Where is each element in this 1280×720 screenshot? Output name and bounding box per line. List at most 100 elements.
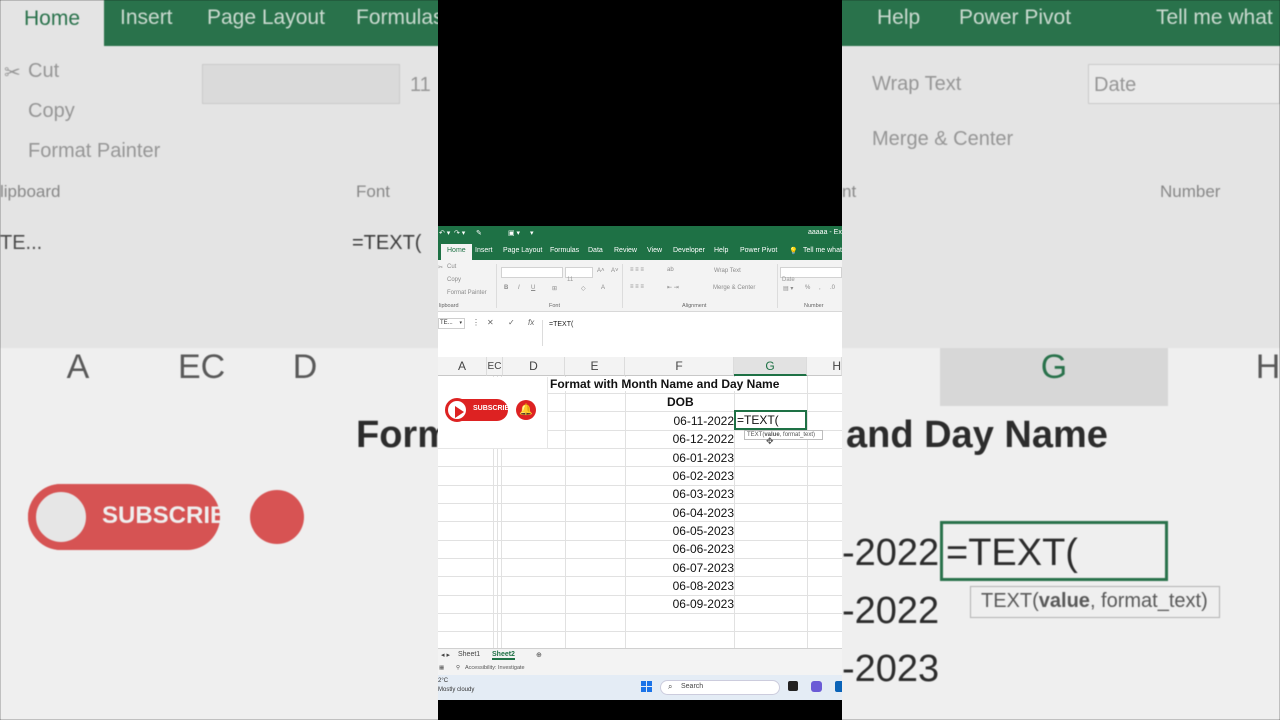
cancel-icon[interactable]: ✕: [487, 318, 494, 327]
function-tooltip: TEXT(value, format_text): [744, 430, 823, 440]
tab-home[interactable]: Home: [441, 244, 472, 260]
accessibility-status[interactable]: Accessibility: Investigate: [465, 665, 525, 671]
italic-button[interactable]: I: [518, 285, 520, 291]
save-icon[interactable]: ▣ ▾: [508, 229, 520, 237]
shrink-font-icon[interactable]: A˅: [611, 268, 619, 274]
copy-button[interactable]: Copy: [447, 277, 461, 283]
date-cell[interactable]: 06-09-2023: [664, 597, 734, 611]
subscribe-text: SUBSCRIBE: [473, 405, 515, 412]
sheet-nav-icon[interactable]: ◂ ▸: [441, 651, 450, 659]
gridline: [807, 376, 808, 648]
col-header-g[interactable]: G: [734, 357, 807, 376]
cut-button[interactable]: Cut: [447, 264, 456, 270]
number-format-box[interactable]: Date: [780, 267, 842, 283]
lightbulb-icon: 💡: [789, 248, 798, 255]
date-cell[interactable]: 06-06-2023: [664, 542, 734, 556]
date-cell[interactable]: 06-02-2023: [664, 469, 734, 483]
font-size-box[interactable]: 11: [565, 267, 593, 283]
ribbon-divider: [496, 264, 497, 308]
subscribe-button[interactable]: SUBSCRIBE: [445, 398, 514, 422]
sheet-title[interactable]: Format with Month Name and Day Name: [550, 377, 780, 391]
excel-window: ↶ ▾ ↷ ▾ ✎ ▣ ▾ ▾ aaaaa - Ex Home Insert P…: [438, 226, 842, 700]
fx-icon[interactable]: fx: [528, 318, 534, 327]
comma-button[interactable]: ,: [819, 285, 821, 291]
weather-temp[interactable]: 2°C: [438, 678, 448, 684]
col-header-d[interactable]: D: [503, 357, 565, 376]
date-cell[interactable]: 06-01-2023: [664, 451, 734, 465]
tab-insert[interactable]: Insert: [475, 247, 493, 254]
tab-power-pivot[interactable]: Power Pivot: [740, 247, 777, 254]
indent-icon[interactable]: ⇤ ⇥: [667, 284, 679, 291]
gridline: [438, 466, 842, 467]
move-cursor-icon: ✥: [766, 436, 774, 446]
orientation-icon[interactable]: ab: [667, 267, 674, 273]
tell-me-search[interactable]: Tell me what: [803, 247, 842, 254]
weather-text[interactable]: Mostly cloudy: [438, 687, 474, 693]
font-name-box[interactable]: [501, 267, 563, 278]
gridline: [438, 595, 842, 596]
tab-data[interactable]: Data: [588, 247, 603, 254]
task-view-icon[interactable]: [788, 681, 798, 691]
decimal-icon[interactable]: .0: [830, 285, 835, 291]
merge-center-button[interactable]: Merge & Center: [713, 285, 755, 291]
ribbon-divider: [622, 264, 623, 308]
play-triangle: [455, 406, 464, 418]
col-header-h[interactable]: H: [807, 357, 842, 376]
col-header-ec[interactable]: EC: [487, 357, 503, 376]
align-top-icon[interactable]: ≡ ≡ ≡: [630, 267, 644, 273]
macro-icon: ▦: [439, 665, 445, 671]
pen-icon[interactable]: ✎: [476, 229, 482, 237]
alignment-group-label: Alignment: [682, 303, 707, 309]
tab-review[interactable]: Review: [614, 247, 637, 254]
tab-formulas[interactable]: Formulas: [550, 247, 579, 254]
tab-help[interactable]: Help: [714, 247, 728, 254]
format-painter-button[interactable]: Format Painter: [447, 290, 487, 296]
date-cell[interactable]: 06-08-2023: [664, 579, 734, 593]
fill-color-icon[interactable]: ◇: [581, 285, 586, 292]
undo-icon[interactable]: ↶ ▾: [439, 229, 450, 237]
qat-more-icon[interactable]: ▾: [530, 229, 534, 237]
formula-input[interactable]: =TEXT(: [542, 320, 842, 346]
gridline: [438, 540, 842, 541]
taskbar-search[interactable]: ⌕ Search: [660, 680, 780, 695]
borders-icon[interactable]: ⊞: [552, 285, 557, 292]
percent-button[interactable]: %: [805, 285, 810, 291]
dob-header[interactable]: DOB: [667, 395, 694, 409]
col-header-e[interactable]: E: [565, 357, 625, 376]
active-cell-g[interactable]: =TEXT(: [734, 410, 807, 430]
sheet-tab-sheet1[interactable]: Sheet1: [458, 651, 480, 658]
sheet-tab-sheet2[interactable]: Sheet2: [492, 651, 515, 660]
date-cell[interactable]: 06-03-2023: [664, 487, 734, 501]
gridline: [438, 485, 842, 486]
underline-button[interactable]: U: [531, 285, 535, 291]
gridline: [438, 576, 842, 577]
currency-icon[interactable]: ▤ ▾: [783, 285, 793, 292]
taskbar-app-icon[interactable]: [835, 681, 842, 692]
redo-icon[interactable]: ↷ ▾: [454, 229, 465, 237]
font-group-label: Font: [549, 303, 561, 309]
bold-button[interactable]: B: [504, 285, 508, 291]
tab-developer[interactable]: Developer: [673, 247, 705, 254]
date-cell[interactable]: 06-04-2023: [664, 506, 734, 520]
name-box[interactable]: TE... ▾: [438, 318, 465, 329]
grow-font-icon[interactable]: A˄: [597, 268, 605, 274]
font-color-icon[interactable]: A: [601, 285, 605, 291]
date-cell[interactable]: 06-12-2022: [664, 432, 734, 446]
tab-view[interactable]: View: [647, 247, 662, 254]
clipboard-group-label: lipboard: [439, 303, 459, 309]
date-cell[interactable]: 06-11-2022: [664, 414, 735, 428]
tab-page-layout[interactable]: Page Layout: [503, 247, 542, 254]
windows-start-icon[interactable]: [641, 681, 653, 693]
col-header-a[interactable]: A: [438, 357, 487, 376]
wrap-text-button[interactable]: Wrap Text: [714, 268, 741, 274]
date-cell[interactable]: 06-05-2023: [664, 524, 734, 538]
teams-icon[interactable]: [811, 681, 822, 692]
enter-icon[interactable]: ✓: [508, 318, 515, 327]
col-header-f[interactable]: F: [625, 357, 734, 376]
align-left-icon[interactable]: ≡ ≡ ≡: [630, 284, 644, 290]
bell-icon[interactable]: 🔔: [516, 400, 536, 420]
cut-icon: ✂: [438, 265, 444, 271]
add-sheet-icon[interactable]: ⊕: [536, 651, 542, 659]
date-cell[interactable]: 06-07-2023: [664, 561, 734, 575]
formula-text: =TEXT(: [549, 321, 574, 328]
